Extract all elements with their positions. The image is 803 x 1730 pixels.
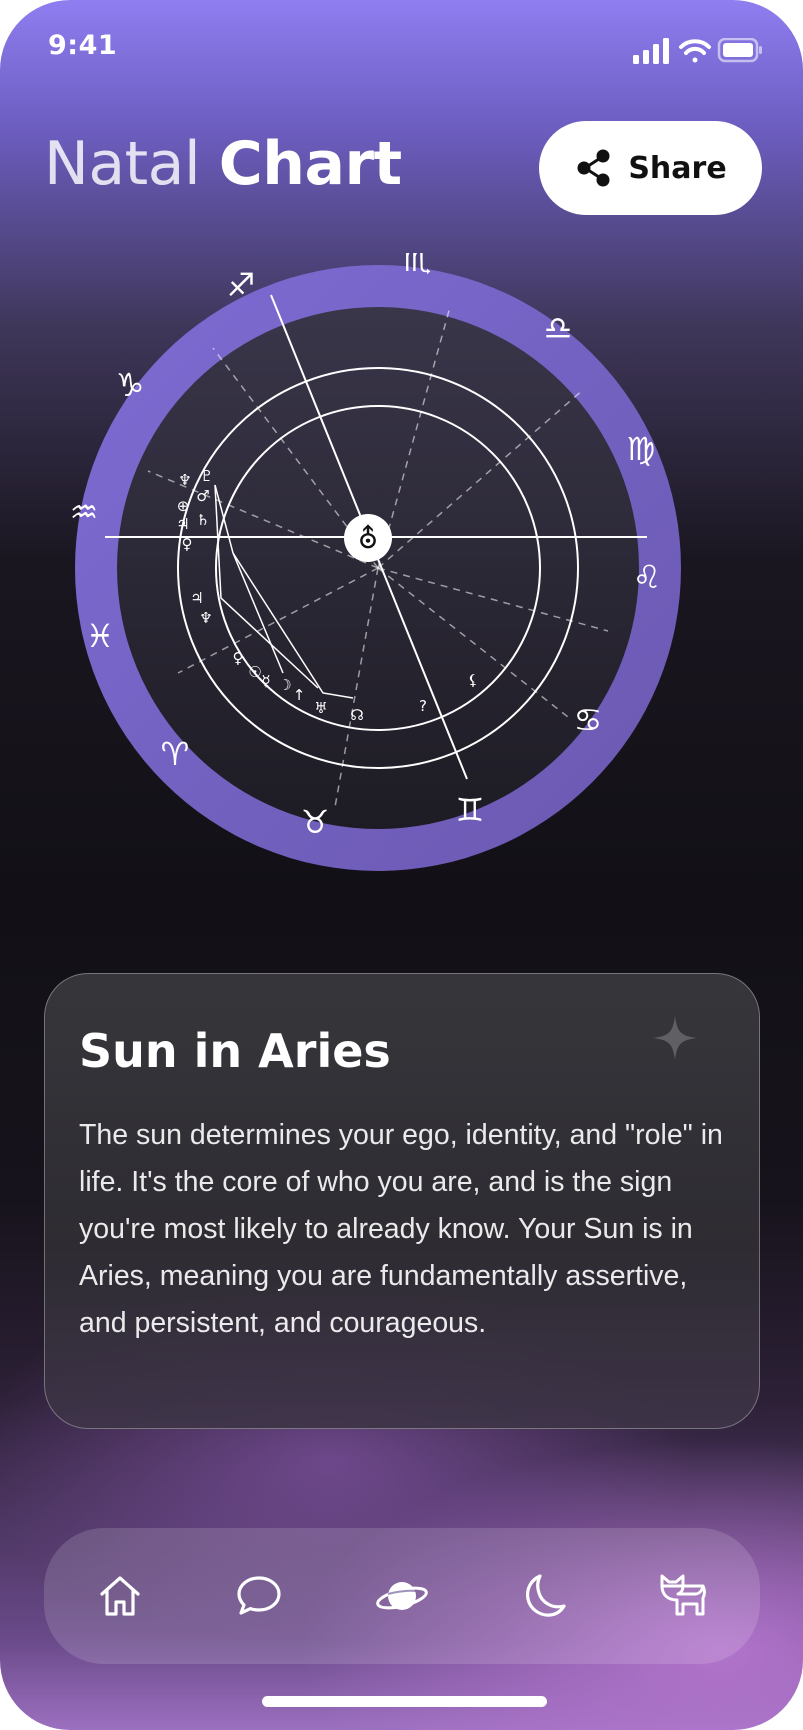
planet-glyph: ♆: [178, 471, 191, 489]
signal-icon: [633, 38, 669, 64]
planet-glyph: ♃: [190, 589, 203, 607]
planet-glyph: ♂: [196, 487, 209, 505]
nav-planet[interactable]: [368, 1562, 436, 1630]
card-body: The sun determines your ego, identity, a…: [79, 1119, 723, 1339]
card-title: Sun in Aries: [79, 1024, 391, 1078]
share-button[interactable]: Share: [539, 121, 762, 215]
planet-glyph: ♆: [199, 609, 212, 627]
home-indicator[interactable]: [262, 1696, 547, 1707]
home-icon: [100, 1576, 140, 1616]
planet-glyph: ☿: [261, 672, 270, 690]
nav-cat[interactable]: [649, 1562, 717, 1630]
sign-gemini-icon: ♊: [456, 791, 485, 829]
page-title: Natal Chart: [44, 128, 402, 200]
sign-cancer-icon: ♋: [574, 701, 603, 739]
sign-leo-icon: ♌: [633, 558, 662, 596]
planet-glyph: ⊕: [177, 497, 190, 515]
planet-glyph: ♀: [182, 535, 193, 553]
chat-bubble-icon: [237, 1576, 281, 1615]
planet-glyph: ↑: [293, 686, 306, 704]
planet-glyph: ♅: [314, 699, 327, 717]
sign-virgo-icon: ♍: [627, 430, 656, 468]
sign-aquarius-icon: ♒: [70, 493, 99, 531]
planet-glyph: ♇: [200, 467, 213, 485]
planet-glyph: ?: [419, 697, 427, 715]
center-symbol: ⛢: [358, 522, 379, 555]
nav-chat[interactable]: [225, 1562, 293, 1630]
natal-chart-wheel[interactable]: ⛢ ♏ ♎ ♍ ♌ ♋ ♊ ♉ ♈ ♓ ♒ ♑ ♐ ♆ ♇ ♂ ⊕ ♃ ♄ ♀ …: [63, 253, 693, 883]
sparkle-icon: [653, 1016, 697, 1060]
planet-glyph: ♀: [233, 649, 244, 667]
planet-glyph: ☉: [248, 663, 261, 681]
nav-moon[interactable]: [510, 1562, 578, 1630]
share-label: Share: [628, 150, 727, 186]
planet-glyph: ☊: [350, 706, 363, 724]
status-icons: [633, 38, 763, 64]
planet-glyph: ☽: [278, 676, 291, 694]
planet-glyph: ♄: [196, 511, 209, 529]
sign-pisces-icon: ♓: [86, 617, 115, 655]
wifi-icon: [679, 39, 711, 63]
cat-icon: [660, 1574, 706, 1616]
moon-icon: [525, 1574, 566, 1617]
page-title-bold: Chart: [218, 129, 403, 199]
planet-icon: [376, 1582, 428, 1610]
planet-info-card: Sun in Aries The sun determines your ego…: [44, 973, 760, 1429]
sign-scorpio-icon: ♏: [403, 253, 432, 279]
status-time: 9:41: [48, 30, 118, 61]
bottom-nav: [44, 1528, 760, 1664]
sign-libra-icon: ♎: [544, 309, 573, 347]
nav-home[interactable]: [86, 1562, 154, 1630]
sign-capricorn-icon: ♑: [116, 366, 145, 404]
share-icon: [577, 149, 610, 187]
sign-taurus-icon: ♉: [301, 803, 330, 841]
planet-glyph: ♃: [176, 515, 189, 533]
sign-sagittarius-icon: ♐: [227, 266, 256, 304]
phone-screen: 9:41 Natal Chart Share ⛢ ♏ ♎ ♍ ♌ ♋ ♊ ♉ ♈…: [0, 0, 803, 1730]
planet-glyph: ⚸: [468, 671, 479, 689]
page-title-light: Natal: [44, 129, 201, 199]
sign-aries-icon: ♈: [161, 735, 190, 773]
battery-icon: [717, 38, 762, 63]
